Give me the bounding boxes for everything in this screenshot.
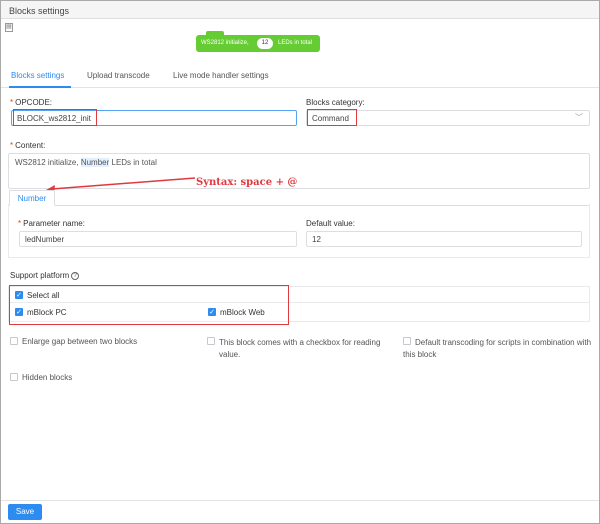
- help-icon[interactable]: ?: [71, 271, 80, 280]
- opcode-label: * OPCODE:: [10, 98, 53, 107]
- enlarge-gap-label: Enlarge gap between two blocks: [22, 337, 138, 346]
- syntax-annotation: Syntax: space + @: [196, 177, 298, 188]
- category-highlight-box: [307, 109, 357, 126]
- category-label: Blocks category:: [306, 98, 365, 107]
- block-preview-text-end: LEDs in total: [278, 40, 313, 46]
- hidden-blocks-label: Hidden blocks: [22, 373, 73, 382]
- opcode-highlight-box: [13, 109, 97, 126]
- active-tab-indicator: [9, 86, 71, 88]
- checkbox-reading-label: This block comes with a checkbox for rea…: [219, 338, 381, 359]
- title-bar: Blocks settings: [1, 1, 599, 19]
- block-preview-param: 12: [257, 38, 273, 49]
- block-notch: [206, 31, 224, 37]
- content-label: * Content:: [10, 141, 46, 150]
- platform-highlight-box: [9, 285, 289, 325]
- block-preview-text: WS2812 initialize,: [201, 40, 249, 46]
- hidden-blocks-checkbox[interactable]: [10, 373, 18, 381]
- tab-bar: Blocks settings Upload transcode Live mo…: [1, 68, 599, 88]
- annotation-arrow: [46, 177, 196, 193]
- default-value-input[interactable]: 12: [306, 231, 582, 247]
- param-name-input[interactable]: ledNumber: [19, 231, 297, 247]
- tab-blocks-settings[interactable]: Blocks settings: [11, 71, 64, 80]
- block-preview: WS2812 initialize, 12 LEDs in total: [196, 31, 320, 52]
- default-value-label: Default value:: [306, 219, 355, 228]
- tab-number-param[interactable]: Number: [9, 190, 55, 206]
- footer-bar: [1, 500, 599, 523]
- tab-live-mode-handler[interactable]: Live mode handler settings: [173, 71, 269, 80]
- window-title: Blocks settings: [9, 6, 70, 16]
- content-param-highlight: Number: [80, 158, 110, 167]
- save-button[interactable]: Save: [8, 504, 42, 520]
- support-platform-label: Support platform?: [10, 271, 80, 280]
- param-name-label: * Parameter name:: [18, 219, 85, 228]
- chevron-down-icon: ﹀: [575, 113, 583, 122]
- checkbox-reading-checkbox[interactable]: [207, 337, 215, 345]
- default-transcoding-label: Default transcoding for scripts in combi…: [403, 338, 592, 359]
- document-icon[interactable]: ▤: [5, 23, 13, 32]
- enlarge-gap-checkbox[interactable]: [10, 337, 18, 345]
- tab-upload-transcode[interactable]: Upload transcode: [87, 71, 150, 80]
